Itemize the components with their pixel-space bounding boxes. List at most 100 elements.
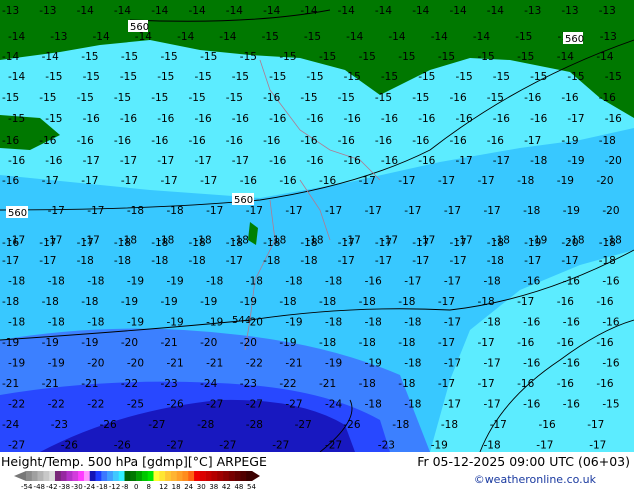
temperature-label: -19 [279, 337, 296, 349]
temperature-label: -15 [189, 92, 206, 104]
legend-swatch [89, 471, 96, 481]
temperature-label: -18 [2, 296, 19, 308]
temperature-label: -28 [246, 419, 263, 431]
temperature-label: -19 [325, 358, 342, 370]
temperature-label: -18 [48, 276, 65, 288]
temperature-label: -14 [77, 5, 94, 17]
temperature-label: -20 [596, 175, 613, 187]
temperature-label: -15 [487, 92, 504, 104]
temperature-label: -14 [431, 31, 448, 43]
temperature-label: -16 [563, 358, 580, 370]
temperature-label: -18 [365, 317, 382, 329]
temperature-label: -19 [48, 358, 65, 370]
temperature-label: -21 [2, 378, 19, 390]
legend-swatch [31, 471, 38, 481]
temperature-label: -22 [48, 399, 65, 411]
temperature-label: -18 [517, 175, 534, 187]
temperature-label: -14 [8, 71, 25, 83]
temperature-label: -15 [195, 71, 212, 83]
temperature-label: -15 [567, 71, 584, 83]
temperature-label: -17 [365, 205, 382, 217]
temperature-label: -18 [365, 399, 382, 411]
temperature-label: -17 [444, 276, 461, 288]
temperature-label: -16 [300, 135, 317, 147]
temperature-label: -21 [285, 358, 302, 370]
temperature-label: -18 [127, 205, 144, 217]
temperature-label: -18 [285, 276, 302, 288]
temperature-label: -20 [127, 358, 144, 370]
temperature-label: -16 [2, 175, 19, 187]
temperature-label: -17 [161, 175, 178, 187]
temperature-label: -20 [602, 205, 619, 217]
temperature-label: -18 [48, 317, 65, 329]
temperature-label: -15 [398, 51, 415, 63]
temperature-label: -15 [456, 71, 473, 83]
temperature-label: -16 [39, 135, 56, 147]
height-label: 560 [130, 22, 149, 33]
temperature-label: -17 [87, 205, 104, 217]
temperature-label: -16 [319, 175, 336, 187]
legend-swatch [130, 471, 137, 481]
temperature-label: -16 [563, 276, 580, 288]
temperature-label: -15 [438, 51, 455, 63]
legend-swatch [211, 471, 218, 481]
temperature-label: -18 [87, 317, 104, 329]
temperature-label: -21 [42, 378, 59, 390]
map-title: Height/Temp. 500 hPa [gdmp][°C] ARPEGE [1, 454, 267, 469]
temperature-label: -16 [279, 175, 296, 187]
temperature-label: -16 [263, 135, 280, 147]
temperature-label: -17 [438, 296, 455, 308]
temperature-label: -15 [262, 31, 279, 43]
temperature-label: -15 [151, 92, 168, 104]
temperature-label: -22 [121, 378, 138, 390]
temperature-label: -16 [557, 337, 574, 349]
temperature-label: -19 [161, 296, 178, 308]
temperature-label: -18 [246, 276, 263, 288]
temperature-label: -17 [344, 235, 361, 247]
temperature-label: -18 [398, 337, 415, 349]
temperature-label: -18 [605, 235, 622, 247]
temperature-label: -17 [478, 175, 495, 187]
temperature-label: -17 [478, 337, 495, 349]
temperature-label: -18 [398, 296, 415, 308]
temperature-label: -14 [300, 5, 317, 17]
temperature-label: -15 [161, 51, 178, 63]
temperature-label: -18 [189, 255, 206, 267]
legend-swatch [234, 471, 241, 481]
temperature-label: -16 [8, 155, 25, 167]
temperature-label: -27 [148, 419, 165, 431]
temperature-label: -19 [167, 276, 184, 288]
temperature-label: -15 [530, 71, 547, 83]
temperature-label: -15 [45, 113, 62, 125]
temperature-label: -14 [93, 31, 110, 43]
temperature-label: -16 [563, 399, 580, 411]
temperature-label: -16 [602, 358, 619, 370]
temperature-label: -17 [438, 337, 455, 349]
temperature-label: -17 [83, 235, 100, 247]
height-label: 560 [8, 208, 27, 219]
temperature-label: -16 [344, 113, 361, 125]
temperature-label: -18 [530, 155, 547, 167]
temperature-label: -15 [602, 399, 619, 411]
temperature-label: -15 [232, 71, 249, 83]
temperature-label: -16 [189, 135, 206, 147]
temperature-label: -23 [51, 419, 68, 431]
temperature-label: -17 [490, 419, 507, 431]
temperature-label: -17 [2, 255, 19, 267]
temperature-label: -14 [346, 31, 363, 43]
temperature-label: -13 [561, 5, 578, 17]
legend-swatch [118, 471, 125, 481]
temperature-label: -16 [523, 358, 540, 370]
temperature-label: -17 [195, 155, 212, 167]
temperature-label: -18 [306, 235, 323, 247]
temperature-label: -16 [523, 399, 540, 411]
temperature-label: -18 [77, 255, 94, 267]
temperature-label: -16 [269, 113, 286, 125]
temperature-label: -16 [381, 155, 398, 167]
temperature-label: -18 [300, 255, 317, 267]
temperature-label: -16 [344, 155, 361, 167]
temperature-label: -14 [557, 51, 574, 63]
temperature-label: -18 [195, 235, 212, 247]
credit-link[interactable]: ©weatheronline.co.uk [474, 473, 596, 486]
temperature-label: -19 [200, 296, 217, 308]
